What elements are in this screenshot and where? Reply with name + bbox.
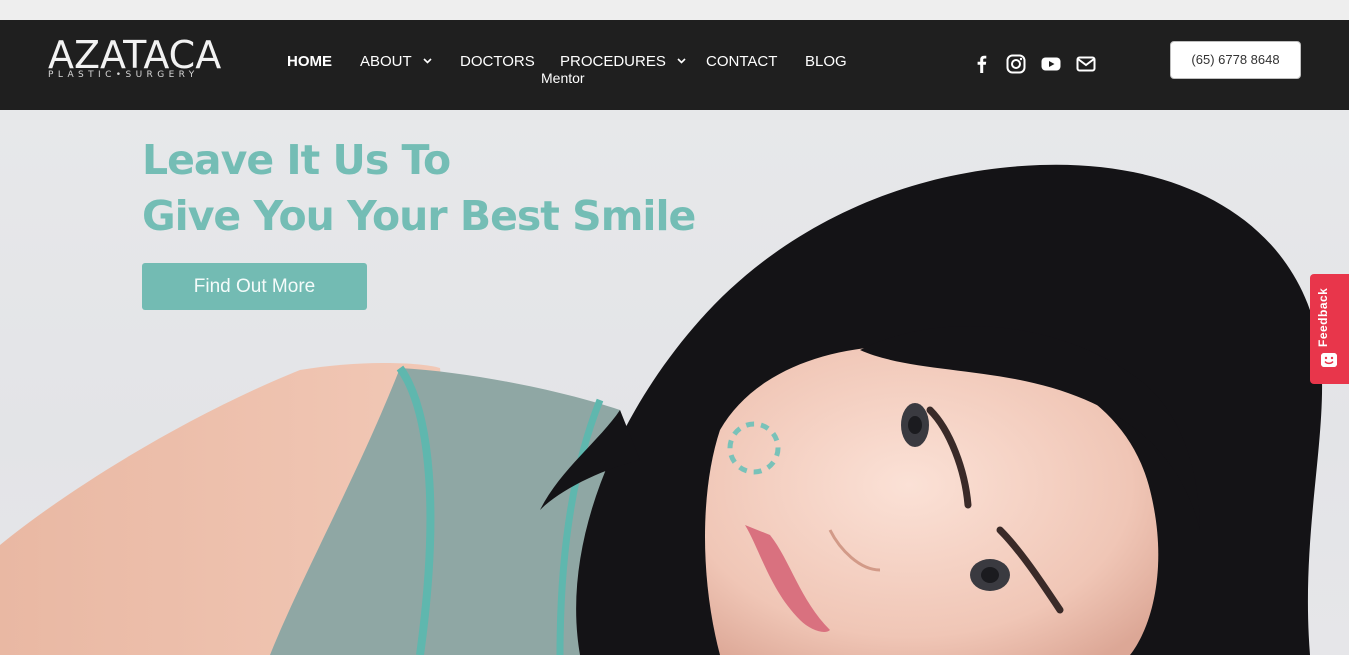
nav-contact[interactable]: CONTACT bbox=[706, 53, 777, 70]
phone-button[interactable]: (65) 6778 8648 bbox=[1170, 41, 1301, 79]
chevron-down-icon bbox=[677, 58, 686, 64]
hero-headline-line-1: Leave It Us To bbox=[142, 136, 451, 184]
logo[interactable]: AZATACA PLASTIC•SURGERY bbox=[48, 36, 221, 80]
feedback-smiley-icon bbox=[1321, 353, 1337, 367]
nav-contact-label: CONTACT bbox=[706, 53, 778, 70]
feedback-tab[interactable]: Feedback bbox=[1310, 274, 1349, 384]
find-out-more-button[interactable]: Find Out More bbox=[142, 263, 367, 310]
hero-headline-line-2: Give You Your Best Smile bbox=[142, 192, 696, 240]
nav-blog[interactable]: BLOG bbox=[805, 53, 847, 70]
hero-headline: Leave It Us To Give You Your Best Smile bbox=[142, 132, 696, 244]
instagram-icon[interactable] bbox=[1005, 53, 1027, 75]
nav-doctors[interactable]: DOCTORS bbox=[460, 53, 535, 70]
facebook-icon[interactable] bbox=[971, 53, 993, 75]
youtube-icon[interactable] bbox=[1040, 53, 1062, 75]
browser-top-strip bbox=[0, 0, 1349, 20]
feedback-label: Feedback bbox=[1316, 287, 1330, 347]
mail-icon[interactable] bbox=[1075, 53, 1097, 75]
hero-banner: Leave It Us To Give You Your Best Smile … bbox=[0, 110, 1349, 655]
nav-about[interactable]: ABOUT bbox=[360, 53, 432, 70]
site-header: AZATACA PLASTIC•SURGERY HOME ABOUT DOCTO… bbox=[0, 20, 1349, 110]
nav-doctors-label: DOCTORS bbox=[460, 53, 535, 70]
nav-home-label: HOME bbox=[287, 53, 332, 70]
logo-tagline: PLASTIC•SURGERY bbox=[48, 70, 199, 80]
nav-about-label: ABOUT bbox=[360, 53, 412, 70]
nav-home[interactable]: HOME bbox=[287, 53, 332, 70]
logo-wordmark: AZATACA bbox=[48, 33, 222, 77]
nav-procedures-label: PROCEDURES bbox=[560, 53, 666, 70]
chevron-down-icon bbox=[423, 58, 432, 64]
nav-mentor-link[interactable]: Mentor bbox=[541, 70, 585, 86]
nav-procedures[interactable]: PROCEDURES bbox=[560, 53, 686, 70]
nav-blog-label: BLOG bbox=[805, 53, 847, 70]
